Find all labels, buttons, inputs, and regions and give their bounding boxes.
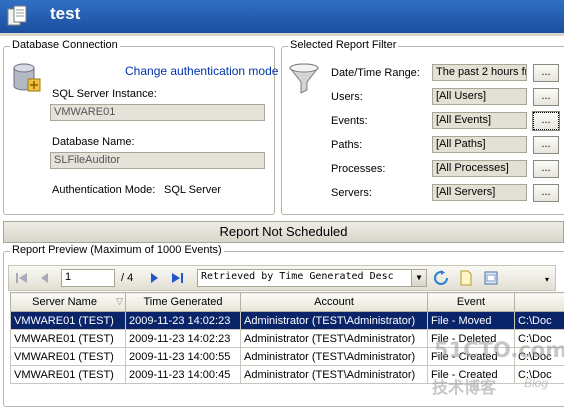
paths-field[interactable]: [All Paths] (432, 136, 527, 153)
auth-mode-value: SQL Server (164, 184, 221, 196)
events-field[interactable]: [All Events] (432, 112, 527, 129)
window-title: test (50, 4, 80, 24)
events-browse-button[interactable]: ... (533, 112, 559, 130)
time-generated-cell: 2009-11-23 14:02:23 (126, 312, 241, 330)
table-row[interactable]: VMWARE01 (TEST) 2009-11-23 14:02:23 Admi… (11, 330, 564, 348)
export-document-icon[interactable] (458, 270, 474, 286)
title-bar: test (0, 0, 564, 33)
time-generated-cell: 2009-11-23 14:00:55 (126, 348, 241, 366)
users-field[interactable]: [All Users] (432, 88, 527, 105)
title-separator (0, 33, 564, 36)
path-cell: C:\Doc (515, 348, 564, 366)
server-name-cell: VMWARE01 (TEST) (11, 312, 126, 330)
account-cell: Administrator (TEST\Administrator) (241, 366, 428, 384)
datetime-range-field[interactable]: The past 2 hours fr (432, 64, 527, 81)
filter-icon[interactable]: ▽ (116, 296, 123, 307)
events-label: Events: (331, 115, 368, 127)
datetime-range-browse-button[interactable]: ... (533, 64, 559, 82)
column-header-time-generated[interactable]: Time Generated (126, 293, 241, 312)
table-row[interactable]: VMWARE01 (TEST) 2009-11-23 14:02:23 Admi… (11, 312, 564, 330)
page-number-input[interactable]: 1 (61, 269, 115, 287)
chevron-down-icon: ▼ (411, 270, 426, 286)
event-cell: File - Created (428, 348, 515, 366)
server-name-cell: VMWARE01 (TEST) (11, 330, 126, 348)
servers-field[interactable]: [All Servers] (432, 184, 527, 201)
page-total-label: / 4 (121, 272, 133, 284)
database-name-label: Database Name: (52, 136, 135, 148)
report-filter-legend: Selected Report Filter (288, 39, 398, 51)
path-cell: C:\Doc (515, 312, 564, 330)
users-label: Users: (331, 91, 363, 103)
auth-mode-label: Authentication Mode: (52, 184, 155, 196)
column-header-path[interactable] (515, 293, 564, 312)
table-row[interactable]: VMWARE01 (TEST) 2009-11-23 14:00:45 Admi… (11, 366, 564, 384)
account-cell: Administrator (TEST\Administrator) (241, 348, 428, 366)
column-header-server-name[interactable]: Server Name▽ (11, 293, 126, 312)
table-row[interactable]: VMWARE01 (TEST) 2009-11-23 14:00:55 Admi… (11, 348, 564, 366)
sort-order-text: Retrieved by Time Generated Desc (201, 271, 394, 282)
database-connection-legend: Database Connection (10, 39, 120, 51)
report-app-icon (6, 5, 30, 27)
path-cell: C:\Doc (515, 366, 564, 384)
event-cell: File - Deleted (428, 330, 515, 348)
server-name-cell: VMWARE01 (TEST) (11, 348, 126, 366)
time-generated-cell: 2009-11-23 14:02:23 (126, 330, 241, 348)
datetime-range-label: Date/Time Range: (331, 67, 420, 79)
column-header-event[interactable]: Event (428, 293, 515, 312)
change-authentication-link[interactable]: Change authentication mode (125, 64, 278, 78)
previous-page-icon[interactable] (37, 270, 53, 286)
users-browse-button[interactable]: ... (533, 88, 559, 106)
processes-browse-button[interactable]: ... (533, 160, 559, 178)
event-cell: File - Moved (428, 312, 515, 330)
toolbar-overflow-icon[interactable]: ▾ (545, 275, 549, 284)
report-preview-grid: Server Name▽ Time Generated Account Even… (10, 292, 564, 384)
event-cell: File - Created (428, 366, 515, 384)
column-header-account[interactable]: Account (241, 293, 428, 312)
grid-header-row: Server Name▽ Time Generated Account Even… (11, 293, 564, 312)
processes-field[interactable]: [All Processes] (432, 160, 527, 177)
print-preview-icon[interactable] (483, 270, 499, 286)
filter-funnel-icon (288, 62, 320, 96)
account-cell: Administrator (TEST\Administrator) (241, 312, 428, 330)
sort-order-dropdown[interactable]: Retrieved by Time Generated Desc ▼ (197, 269, 427, 287)
account-cell: Administrator (TEST\Administrator) (241, 330, 428, 348)
server-name-cell: VMWARE01 (TEST) (11, 366, 126, 384)
report-preview-legend: Report Preview (Maximum of 1000 Events) (10, 244, 224, 256)
servers-browse-button[interactable]: ... (533, 184, 559, 202)
last-page-icon[interactable] (169, 270, 185, 286)
path-cell: C:\Doc (515, 330, 564, 348)
paths-browse-button[interactable]: ... (533, 136, 559, 154)
servers-label: Servers: (331, 187, 372, 199)
refresh-icon[interactable] (433, 270, 449, 286)
processes-label: Processes: (331, 163, 385, 175)
sql-instance-label: SQL Server Instance: (52, 88, 157, 100)
schedule-status-bar[interactable]: Report Not Scheduled (3, 221, 564, 243)
database-icon (12, 62, 42, 94)
first-page-icon[interactable] (14, 270, 30, 286)
sql-instance-field[interactable]: VMWARE01 (50, 104, 265, 121)
database-name-field[interactable]: SLFileAuditor (50, 152, 265, 169)
paths-label: Paths: (331, 139, 362, 151)
next-page-icon[interactable] (146, 270, 162, 286)
report-toolbar: 1 / 4 Retrieved by Time Generated Desc ▼… (8, 265, 556, 291)
time-generated-cell: 2009-11-23 14:00:45 (126, 366, 241, 384)
